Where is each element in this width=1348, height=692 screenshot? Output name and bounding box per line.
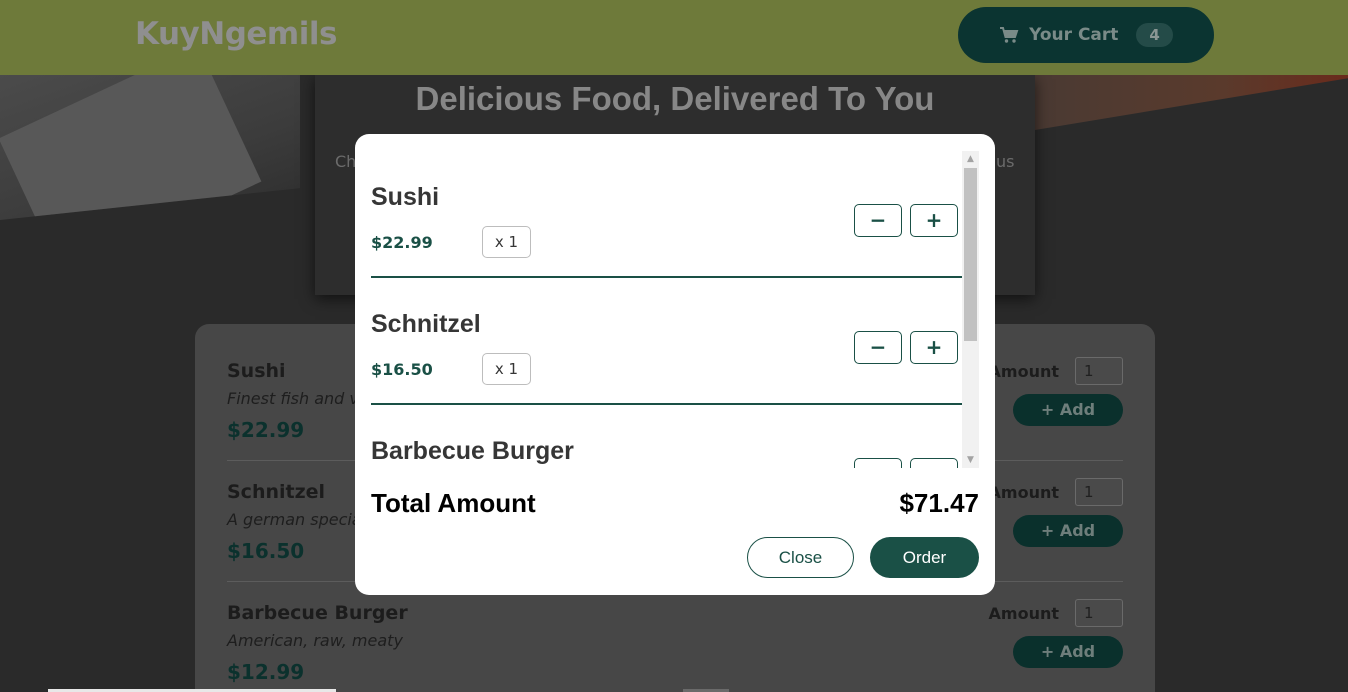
meal-price: $22.99 — [227, 418, 305, 442]
meal-price: $12.99 — [227, 660, 305, 684]
decrease-quantity-button[interactable]: − — [854, 331, 902, 364]
meal-name: Barbecue Burger — [227, 602, 408, 624]
amount-input[interactable]: 1 — [1075, 478, 1123, 506]
close-button[interactable]: Close — [747, 537, 854, 578]
cart-item-quantity: x 1 — [482, 226, 531, 258]
cart-item-list[interactable]: Sushi $22.99 x 1 − + Schnitzel $16.50 x … — [371, 151, 962, 468]
hero-image-right — [1035, 75, 1348, 130]
meal-name: Sushi — [227, 360, 286, 382]
decrease-quantity-button[interactable] — [854, 458, 902, 468]
scroll-up-arrow-icon[interactable]: ▲ — [962, 151, 979, 167]
cart-item: Sushi $22.99 x 1 − + — [371, 151, 962, 278]
hero-text-fragment-left: Ch — [335, 152, 357, 171]
increase-quantity-button[interactable] — [910, 458, 958, 468]
cart-label: Your Cart — [1029, 25, 1119, 45]
meal-description: American, raw, meaty — [227, 631, 403, 650]
cart-item-name: Sushi — [371, 183, 440, 211]
amount-label: Amount — [988, 604, 1059, 623]
meal-description: A german special — [227, 510, 367, 529]
meal-description: Finest fish and ve — [227, 389, 369, 408]
cart-item-price: $22.99 — [371, 233, 433, 252]
scrollbar-thumb[interactable] — [964, 168, 977, 341]
add-button[interactable]: + Add — [1013, 394, 1123, 426]
add-button[interactable]: + Add — [1013, 636, 1123, 668]
amount-label: Amount — [988, 362, 1059, 381]
hero-title: Delicious Food, Delivered To You — [415, 80, 935, 117]
amount-input[interactable]: 1 — [1075, 357, 1123, 385]
cart-item-name: Schnitzel — [371, 310, 481, 338]
total-amount-label: Total Amount — [371, 488, 536, 518]
cart-item-name: Barbecue Burger — [371, 437, 574, 465]
increase-quantity-button[interactable]: + — [910, 331, 958, 364]
hero-image-left — [0, 75, 300, 220]
order-button[interactable]: Order — [870, 537, 979, 578]
logo: KuyNgemils — [135, 16, 337, 52]
cart-item-quantity: x 1 — [482, 353, 531, 385]
add-button[interactable]: + Add — [1013, 515, 1123, 547]
shopping-cart-icon — [999, 26, 1019, 44]
scroll-down-arrow-icon[interactable]: ▼ — [962, 452, 979, 468]
hero-text-fragment-right: us — [996, 152, 1015, 171]
cart-button[interactable]: Your Cart 4 — [958, 7, 1214, 63]
cart-item: Schnitzel $16.50 x 1 − + — [371, 278, 962, 405]
site-header: KuyNgemils Your Cart 4 — [0, 0, 1348, 75]
cart-list-scrollbar[interactable]: ▲ ▼ — [962, 151, 979, 468]
amount-input[interactable]: 1 — [1075, 599, 1123, 627]
increase-quantity-button[interactable]: + — [910, 204, 958, 237]
meal-name: Schnitzel — [227, 481, 326, 503]
cart-modal: Sushi $22.99 x 1 − + Schnitzel $16.50 x … — [355, 134, 995, 595]
cart-item-price: $16.50 — [371, 360, 433, 379]
cart-count-badge: 4 — [1136, 23, 1173, 47]
amount-label: Amount — [988, 483, 1059, 502]
decrease-quantity-button[interactable]: − — [854, 204, 902, 237]
total-amount-value: $71.47 — [899, 488, 979, 518]
meal-price: $16.50 — [227, 539, 305, 563]
cart-item: Barbecue Burger — [371, 405, 962, 468]
